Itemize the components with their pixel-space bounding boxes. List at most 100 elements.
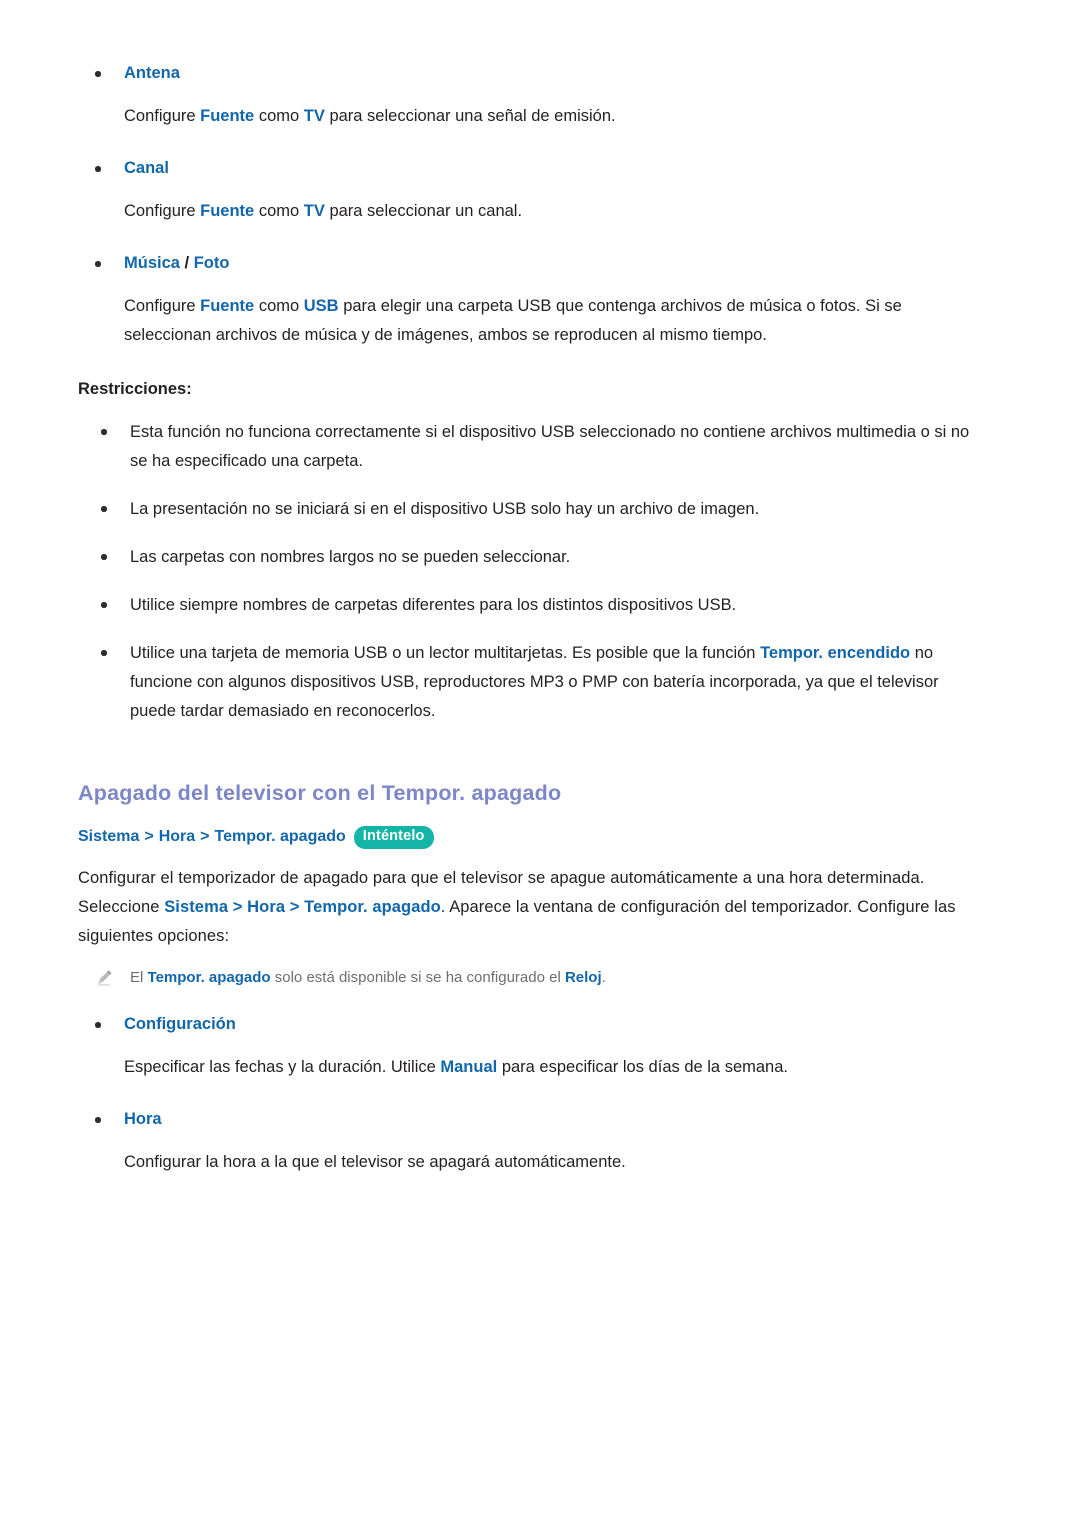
option-term-part-2[interactable]: Foto [194,254,230,272]
option-term-row: Canal [78,155,972,182]
bullet-dot-icon [101,554,107,560]
option-desc-part-0: Configure [124,107,201,125]
section-option-desc-part-0: Configurar la hora a la que el televisor… [124,1153,626,1171]
restriction-3-part-0: Utilice siempre nombres de carpetas dife… [130,596,737,614]
option-desc-part-0: Configure [124,297,201,315]
section-option-desc-part-1[interactable]: Manual [440,1058,497,1076]
restriction-item: Las carpetas con nombres largos no se pu… [78,543,972,572]
section-heading: Apagado del televisor con el Tempor. apa… [78,781,562,805]
bullet-dot-icon [95,1117,101,1123]
option-term-label[interactable]: Canal [124,159,169,177]
section-intro-part-2[interactable]: > [228,898,247,916]
option-desc-part-0: Configure [124,202,201,220]
option-term-label[interactable]: Antena [124,64,180,82]
bullet-dot-icon [101,506,107,512]
restriction-4-part-1[interactable]: Tempor. encendido [760,644,910,662]
section-intro-part-3[interactable]: Hora [247,898,285,916]
section-intro-part-4[interactable]: > [285,898,304,916]
option-description: Configure Fuente como TV para selecciona… [78,102,972,131]
breadcrumb[interactable]: Sistema > Hora > Tempor. apagado Inténtelo [78,824,972,850]
note-part-3[interactable]: Reloj [565,969,602,986]
note-part-1[interactable]: Tempor. apagado [148,969,271,986]
section-option-desc-part-2: para especificar los días de la semana. [497,1058,788,1076]
section-option-term-part-0[interactable]: Hora [124,1110,162,1128]
note-row: El Tempor. apagado solo está disponible … [78,965,972,991]
option-term-label[interactable]: Música / Foto [124,254,229,272]
bullet-dot-icon [95,71,101,77]
bullet-dot-icon [95,1022,101,1028]
section-option-term-label[interactable]: Hora [124,1110,162,1128]
option-desc-part-2: como [254,107,304,125]
restriction-2-part-0: Las carpetas con nombres largos no se pu… [130,548,571,566]
option-desc-part-3[interactable]: TV [304,202,325,220]
restriction-item: Utilice siempre nombres de carpetas dife… [78,591,972,620]
section-option-term-row: Hora [78,1106,972,1133]
option-desc-part-1[interactable]: Fuente [200,297,254,315]
option-term-row: Antena [78,60,972,87]
breadcrumb-separator: > [144,828,154,845]
option-desc-part-2: como [254,297,304,315]
section-option-term-row: Configuración [78,1011,972,1038]
section-option-description: Especificar las fechas y la duración. Ut… [78,1053,972,1082]
note-text: El Tempor. apagado solo está disponible … [130,969,606,986]
note-part-0: El [130,969,148,986]
option-desc-part-3[interactable]: USB [304,297,339,315]
breadcrumb-item-3[interactable]: Tempor. apagado [215,824,346,850]
option-desc-part-4: para seleccionar una señal de emisión. [324,107,616,125]
section-option-term-part-0[interactable]: Configuración [124,1015,236,1033]
document-page: Antena Configure Fuente como TV para sele… [0,0,1080,1527]
option-term-part-1: / [179,254,194,272]
option-desc-part-3[interactable]: TV [304,107,325,125]
note-part-4: . [601,969,606,986]
restrictions-label: Restricciones: [78,380,192,398]
option-desc-part-4: para seleccionar un canal. [324,202,523,220]
breadcrumb-item-1[interactable]: Sistema [78,824,139,850]
section-option-term-label[interactable]: Configuración [124,1015,236,1033]
breadcrumb-item-2[interactable]: Hora [159,824,195,850]
option-term-part-0[interactable]: Canal [124,159,169,177]
bullet-dot-icon [101,602,107,608]
option-desc-part-2: como [254,202,304,220]
bullet-dot-icon [95,166,101,172]
restriction-4-part-0: Utilice una tarjeta de memoria USB o un … [130,644,761,662]
restriction-0-part-0: Esta función no funciona correctamente s… [130,423,970,470]
breadcrumb-separator: > [200,828,210,845]
bullet-dot-icon [101,429,107,435]
restrictions-list: Esta función no funciona correctamente s… [78,418,972,726]
option-term-part-0[interactable]: Música [124,254,180,272]
option-term-part-0[interactable]: Antena [124,64,180,82]
option-description: Configure Fuente como USB para elegir un… [78,292,972,350]
option-desc-part-1[interactable]: Fuente [200,202,254,220]
bullet-dot-icon [95,261,101,267]
try-it-badge[interactable]: Inténtelo [353,825,434,849]
option-description: Configure Fuente como TV para selecciona… [78,197,972,226]
restriction-item: La presentación no se iniciará si en el … [78,495,972,524]
restriction-1-part-0: La presentación no se iniciará si en el … [130,500,760,518]
section-intro-part-5[interactable]: Tempor. apagado [304,898,441,916]
section-intro-paragraph: Configurar el temporizador de apagado pa… [78,864,972,951]
option-term-row: Música / Foto [78,250,972,277]
restriction-item: Utilice una tarjeta de memoria USB o un … [78,639,972,726]
option-desc-part-1[interactable]: Fuente [200,107,254,125]
note-part-2: solo está disponible si se ha configurad… [270,969,565,986]
section-intro-part-1[interactable]: Sistema [164,898,228,916]
section-option-desc-part-0: Especificar las fechas y la duración. Ut… [124,1058,441,1076]
options-list-top: Antena Configure Fuente como TV para sele… [78,60,972,350]
